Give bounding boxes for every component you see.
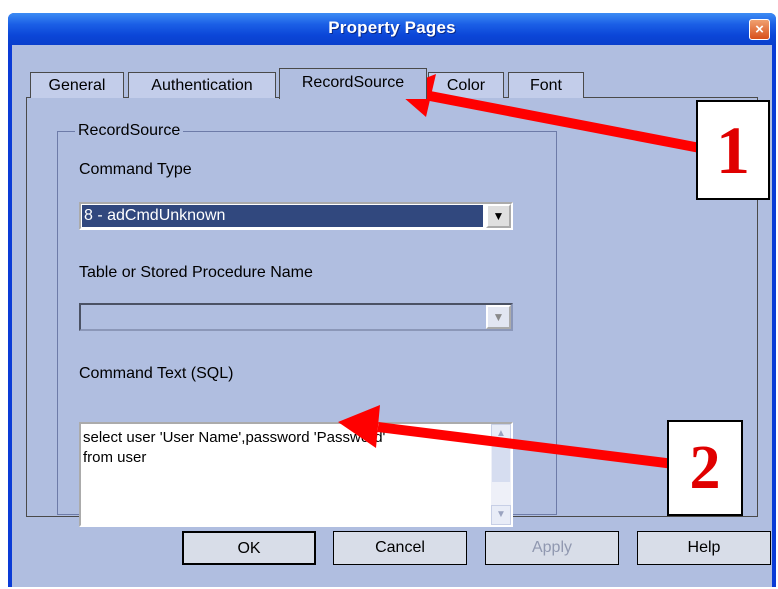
tab-font[interactable]: Font	[508, 72, 584, 98]
tab-general[interactable]: General	[30, 72, 124, 98]
cancel-button[interactable]: Cancel	[333, 531, 467, 565]
dropdown-arrow-icon[interactable]: ▼	[486, 204, 511, 228]
table-procedure-select[interactable]: ▼	[79, 303, 513, 331]
tab-label: General	[48, 77, 106, 94]
command-type-select[interactable]: 8 - adCmdUnknown ▼	[79, 202, 513, 230]
tab-label: RecordSource	[301, 74, 405, 91]
scroll-down-icon[interactable]: ▼	[491, 505, 511, 525]
tab-recordsource[interactable]: RecordSource	[279, 68, 427, 99]
tab-label: Color	[446, 77, 486, 94]
close-icon: ×	[755, 21, 764, 38]
command-text-field[interactable]: select user 'User Name',password 'Passwo…	[79, 422, 513, 527]
annotation-box-2: 2	[667, 420, 743, 516]
recordsource-group-label: RecordSource	[75, 122, 184, 140]
help-button[interactable]: Help	[637, 531, 771, 565]
scroll-up-icon[interactable]: ▲	[491, 424, 511, 444]
dropdown-arrow-icon[interactable]: ▼	[486, 305, 511, 329]
close-button[interactable]: ×	[749, 19, 770, 40]
title-bar[interactable]: Property Pages ×	[8, 13, 776, 45]
apply-button[interactable]: Apply	[485, 531, 619, 565]
scroll-thumb[interactable]	[492, 446, 510, 482]
tab-label: Authentication	[151, 77, 253, 94]
property-pages-window: Property Pages × General Authentication …	[8, 13, 776, 587]
tab-color[interactable]: Color	[428, 72, 504, 98]
command-text-value: select user 'User Name',password 'Passwo…	[83, 429, 386, 466]
dialog-client-area: General Authentication RecordSource Colo…	[12, 45, 772, 587]
window-title: Property Pages	[328, 18, 456, 37]
table-procedure-label: Table or Stored Procedure Name	[79, 264, 313, 281]
tab-authentication[interactable]: Authentication	[128, 72, 276, 98]
command-text-label: Command Text (SQL)	[79, 365, 234, 382]
annotation-box-1: 1	[696, 100, 770, 200]
tab-label: Font	[529, 77, 562, 94]
ok-button[interactable]: OK	[182, 531, 316, 565]
command-type-label: Command Type	[79, 161, 192, 178]
vertical-scrollbar[interactable]: ▲ ▼	[491, 424, 511, 525]
command-type-value: 8 - adCmdUnknown	[82, 205, 483, 227]
